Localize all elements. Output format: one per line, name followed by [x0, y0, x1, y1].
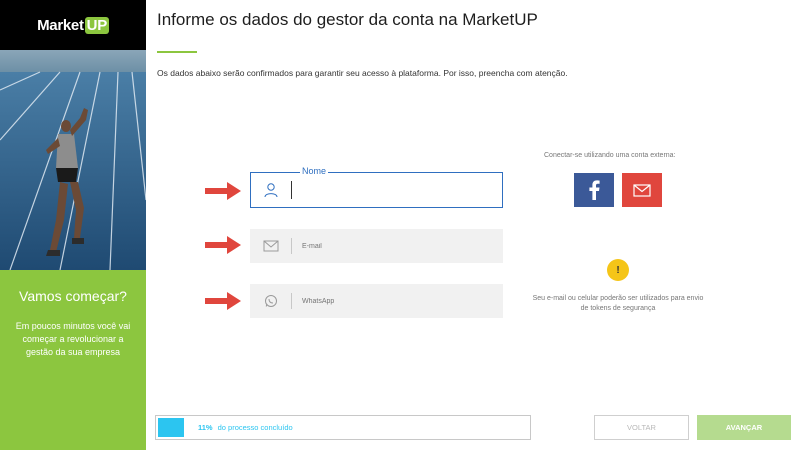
email-field[interactable] [250, 229, 503, 263]
page-title: Informe os dados do gestor da conta na M… [157, 10, 538, 29]
welcome-panel: Vamos começar? Em poucos minutos você va… [0, 270, 146, 450]
email-login-button[interactable] [622, 173, 662, 207]
name-field[interactable] [250, 172, 503, 208]
welcome-text: Em poucos minutos você vai começar a rev… [15, 321, 131, 357]
logo: Market UP [37, 16, 109, 34]
whatsapp-field[interactable] [250, 284, 503, 318]
left-panel: Market UP Vamos começar? Em poucos minut… [0, 0, 146, 450]
page-subtitle: Os dados abaixo serão confirmados para g… [157, 68, 568, 78]
logo-text: Market [37, 16, 84, 34]
name-field-label: Nome [300, 166, 329, 176]
runner-photo [0, 50, 146, 270]
arrow-right-icon [205, 182, 241, 200]
envelope-icon [633, 183, 651, 197]
envelope-icon [251, 240, 291, 252]
user-icon [251, 182, 291, 198]
progress-label: 11% do processo concluído [198, 423, 293, 432]
logo-accent: UP [84, 16, 109, 34]
email-input[interactable] [292, 242, 492, 250]
progress-bar: 11% do processo concluído [155, 415, 531, 440]
external-login-label: Conectar-se utilizando uma conta externa… [544, 152, 676, 159]
security-notice: Seu e-mail ou celular poderão ser utiliz… [532, 295, 704, 312]
whatsapp-input[interactable] [292, 297, 492, 305]
progress-percent: 11% [198, 423, 213, 432]
next-button[interactable]: AVANÇAR [697, 415, 791, 440]
logo-bar: Market UP [0, 0, 146, 50]
progress-fill [158, 418, 184, 437]
arrow-right-icon [205, 236, 241, 254]
facebook-login-button[interactable] [574, 173, 614, 207]
name-input[interactable] [292, 186, 492, 194]
facebook-icon [589, 180, 600, 200]
arrow-right-icon [205, 292, 241, 310]
welcome-heading: Vamos começar? [19, 288, 127, 304]
warning-icon: ! [607, 259, 629, 281]
back-button[interactable]: VOLTAR [594, 415, 689, 440]
progress-text: do processo concluído [217, 423, 293, 432]
title-underline [157, 51, 197, 53]
page: Market UP Vamos começar? Em poucos minut… [0, 0, 800, 450]
whatsapp-icon [251, 294, 291, 308]
